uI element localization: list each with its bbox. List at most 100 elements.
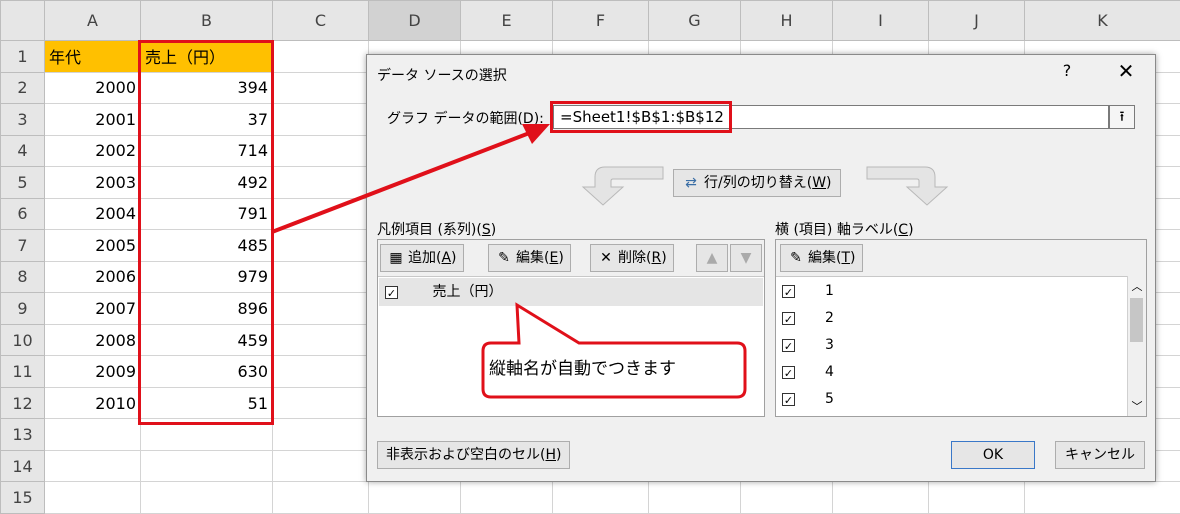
cell-empty[interactable] <box>272 355 369 388</box>
cell-year[interactable]: 2005 <box>44 229 141 262</box>
cell-empty[interactable] <box>552 481 649 514</box>
add-series-button[interactable]: ▦ 追加(A) <box>380 244 464 272</box>
column-header-i[interactable]: I <box>832 0 929 41</box>
cell-empty[interactable] <box>1024 481 1180 514</box>
axis-item-checkbox[interactable]: ✓ <box>782 311 795 326</box>
move-down-button[interactable]: ▼ <box>730 244 762 272</box>
axis-item[interactable]: ✓ 1 <box>782 278 834 304</box>
cell-empty[interactable] <box>740 481 833 514</box>
row-header[interactable]: 12 <box>0 386 45 420</box>
column-header-h[interactable]: H <box>740 0 833 41</box>
ok-button[interactable]: OK <box>951 441 1035 469</box>
axis-item[interactable]: ✓ 2 <box>782 305 834 331</box>
cell-sales[interactable]: 51 <box>140 386 273 420</box>
axis-item[interactable]: ✓ 3 <box>782 332 834 358</box>
row-header[interactable]: 13 <box>0 418 45 451</box>
cell-sales[interactable]: 485 <box>140 229 273 262</box>
hidden-empty-cells-button[interactable]: 非表示および空白のセル(H) <box>377 441 571 469</box>
row-header[interactable]: 6 <box>0 197 45 231</box>
cell-sales[interactable]: 459 <box>140 323 273 357</box>
row-header[interactable]: 2 <box>0 71 45 105</box>
row-header[interactable]: 3 <box>0 103 45 136</box>
cell-sales[interactable]: 896 <box>140 292 273 325</box>
cell-year[interactable]: 2001 <box>44 103 141 136</box>
cell-sales[interactable]: 394 <box>140 71 273 105</box>
cell-year[interactable]: 2002 <box>44 134 141 168</box>
cell-year[interactable] <box>44 481 141 514</box>
edit-axis-labels-button[interactable]: ✎ 編集(T) <box>780 244 863 272</box>
column-header-k[interactable]: K <box>1024 0 1180 41</box>
scroll-thumb[interactable] <box>1130 298 1143 342</box>
cancel-button[interactable]: キャンセル <box>1055 441 1145 469</box>
cell-empty[interactable] <box>272 481 369 514</box>
help-button[interactable]: ? <box>1057 61 1077 80</box>
row-header[interactable]: 14 <box>0 449 45 483</box>
axis-item-checkbox[interactable]: ✓ <box>782 392 795 407</box>
series-checkbox[interactable]: ✓ <box>385 285 398 300</box>
cell-sales[interactable] <box>140 449 273 483</box>
column-header-d[interactable]: D <box>368 0 461 41</box>
cell-year[interactable]: 2009 <box>44 355 141 388</box>
row-header[interactable]: 15 <box>0 481 45 514</box>
cell-empty[interactable] <box>272 449 369 483</box>
cell-sales[interactable]: 37 <box>140 103 273 136</box>
row-header[interactable]: 4 <box>0 134 45 168</box>
cell-year[interactable]: 2006 <box>44 260 141 294</box>
cell-header-sales[interactable]: 売上（円） <box>140 40 273 73</box>
cell-year[interactable]: 2007 <box>44 292 141 325</box>
axis-item[interactable]: ✓ 5 <box>782 386 834 412</box>
column-header-j[interactable]: J <box>928 0 1025 41</box>
column-header-e[interactable]: E <box>460 0 553 41</box>
axis-scrollbar[interactable]: ︿ ﹀ <box>1127 276 1146 416</box>
close-button[interactable]: ✕ <box>1113 59 1139 83</box>
cell-year[interactable] <box>44 418 141 451</box>
collapse-range-button[interactable]: ⭱ <box>1109 105 1135 129</box>
column-header-g[interactable]: G <box>648 0 741 41</box>
cell-empty[interactable] <box>272 260 369 294</box>
cell-empty[interactable] <box>368 481 461 514</box>
cell-sales[interactable]: 492 <box>140 166 273 199</box>
cell-sales[interactable] <box>140 481 273 514</box>
cell-year[interactable] <box>44 449 141 483</box>
column-header-b[interactable]: B <box>140 0 273 41</box>
cell-empty[interactable] <box>832 481 929 514</box>
scroll-up-icon[interactable]: ︿ <box>1128 278 1146 294</box>
row-header[interactable]: 7 <box>0 229 45 262</box>
cell-empty[interactable] <box>272 386 369 420</box>
cell-empty[interactable] <box>928 481 1025 514</box>
scroll-down-icon[interactable]: ﹀ <box>1128 398 1146 414</box>
cell-sales[interactable]: 714 <box>140 134 273 168</box>
row-header[interactable]: 1 <box>0 40 45 73</box>
cell-empty[interactable] <box>648 481 741 514</box>
delete-series-button[interactable]: ✕ 削除(R) <box>590 244 674 272</box>
cell-year[interactable]: 2004 <box>44 197 141 231</box>
switch-row-column-button[interactable]: ⇄ 行/列の切り替え(W) <box>673 169 841 197</box>
cell-year[interactable]: 2010 <box>44 386 141 420</box>
row-header[interactable]: 11 <box>0 355 45 388</box>
chart-data-range-input[interactable]: =Sheet1!$B$1:$B$12 <box>553 105 1109 129</box>
column-header-a[interactable]: A <box>44 0 141 41</box>
axis-item-checkbox[interactable]: ✓ <box>782 284 795 299</box>
cell-sales[interactable]: 791 <box>140 197 273 231</box>
axis-item-checkbox[interactable]: ✓ <box>782 338 795 353</box>
axis-item-checkbox[interactable]: ✓ <box>782 365 795 380</box>
axis-item[interactable]: ✓ 4 <box>782 359 834 385</box>
cell-empty[interactable] <box>272 323 369 357</box>
row-header[interactable]: 9 <box>0 292 45 325</box>
cell-header-year[interactable]: 年代 <box>44 40 141 73</box>
edit-series-button[interactable]: ✎ 編集(E) <box>488 244 571 272</box>
cell-year[interactable]: 2000 <box>44 71 141 105</box>
cell-year[interactable]: 2008 <box>44 323 141 357</box>
select-all-corner[interactable] <box>0 0 45 41</box>
cell-year[interactable]: 2003 <box>44 166 141 199</box>
cell-sales[interactable] <box>140 418 273 451</box>
row-header[interactable]: 8 <box>0 260 45 294</box>
column-header-c[interactable]: C <box>272 0 369 41</box>
cell-sales[interactable]: 979 <box>140 260 273 294</box>
cell-empty[interactable] <box>272 71 369 105</box>
cell-empty[interactable] <box>272 418 369 451</box>
cell-sales[interactable]: 630 <box>140 355 273 388</box>
row-header[interactable]: 5 <box>0 166 45 199</box>
move-up-button[interactable]: ▲ <box>696 244 728 272</box>
cell-empty[interactable] <box>272 292 369 325</box>
